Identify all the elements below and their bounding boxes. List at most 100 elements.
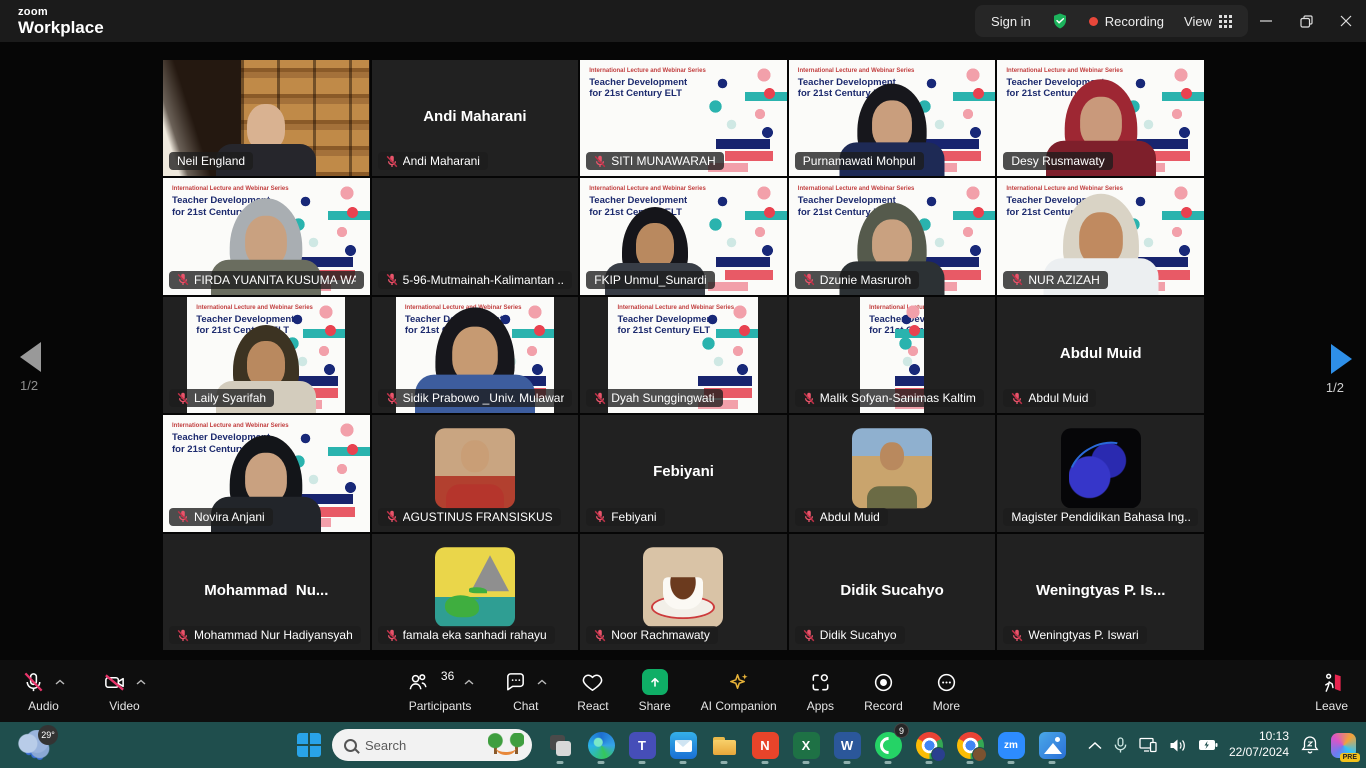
muted-mic-icon <box>1011 273 1023 286</box>
view-button[interactable]: View <box>1184 14 1232 29</box>
security-shield-icon[interactable] <box>1051 12 1069 30</box>
participants-label: Participants <box>409 699 472 713</box>
start-button[interactable] <box>297 733 321 757</box>
participant-tile[interactable]: International Lecture and Webinar Series… <box>789 60 996 176</box>
nitro-pdf-icon[interactable]: N <box>748 726 782 764</box>
participant-tile[interactable]: Andi MaharaniAndi Maharani <box>372 60 579 176</box>
teams-icon[interactable]: T <box>625 726 659 764</box>
search-icon <box>344 739 357 752</box>
participant-tile[interactable]: Abdul Muid <box>789 415 996 531</box>
tray-cast-display-icon[interactable] <box>1139 737 1158 754</box>
participant-tile[interactable]: International Lecture and Webinar Series… <box>580 60 787 176</box>
video-label: Video <box>109 699 139 713</box>
copilot-icon[interactable]: PRE <box>1331 733 1356 758</box>
share-label: Share <box>639 699 671 713</box>
video-button[interactable]: Video <box>103 669 146 713</box>
audio-button[interactable]: Audio <box>22 669 65 713</box>
muted-mic-icon <box>594 155 606 168</box>
participant-tile[interactable]: Noor Rachmawaty <box>580 534 787 650</box>
taskbar-clock[interactable]: 10:13 22/07/2024 <box>1229 729 1289 760</box>
participant-display-name: Febiyani <box>580 463 787 480</box>
tray-microphone-icon[interactable] <box>1113 737 1128 754</box>
participant-display-name: Andi Maharani <box>372 108 579 125</box>
video-options-caret-icon[interactable] <box>136 679 146 685</box>
tray-volume-icon[interactable] <box>1169 738 1187 753</box>
record-label: Record <box>864 699 903 713</box>
grid-view-icon <box>1219 15 1232 28</box>
tray-battery-charging-icon[interactable] <box>1198 738 1218 752</box>
participant-display-name: Mohammad Nu... <box>163 582 370 599</box>
leave-button[interactable]: Leave <box>1315 669 1348 713</box>
participant-tile[interactable]: 5-96-Mutmainah-Kalimantan ... <box>372 178 579 294</box>
participant-name-label: Noor Rachmawaty <box>586 626 718 644</box>
zoom-app-icon[interactable]: zm <box>994 726 1028 764</box>
ai-companion-button[interactable]: AI Companion <box>701 669 777 713</box>
more-label: More <box>933 699 960 713</box>
participant-tile[interactable]: International Lecture and Webinar Series… <box>789 178 996 294</box>
sign-in-button[interactable]: Sign in <box>991 14 1031 29</box>
participant-tile[interactable]: Didik SucahyoDidik Sucahyo <box>789 534 996 650</box>
previous-page-arrow[interactable] <box>20 342 41 372</box>
participant-name-label: FIRDA YUANITA KUSUMA WA... <box>169 271 364 289</box>
chrome-profile-1-icon[interactable] <box>912 726 946 764</box>
mic-muted-icon <box>22 671 45 694</box>
edge-icon[interactable] <box>584 726 618 764</box>
participant-tile[interactable]: Abdul MuidAbdul Muid <box>997 297 1204 413</box>
leave-label: Leave <box>1315 699 1348 713</box>
whatsapp-icon[interactable]: 9 <box>871 726 905 764</box>
close-button[interactable] <box>1326 0 1366 42</box>
restore-button[interactable] <box>1286 0 1326 42</box>
next-page-arrow[interactable] <box>1331 344 1352 374</box>
participant-tile[interactable]: International Lecture and Webinar Series… <box>163 178 370 294</box>
notification-count-badge: 9 <box>894 723 909 738</box>
more-button[interactable]: More <box>933 669 960 713</box>
participant-tile[interactable]: International Lecture and Webinar Series… <box>580 178 787 294</box>
participant-tile[interactable]: Neil England <box>163 60 370 176</box>
mail-icon[interactable] <box>666 726 700 764</box>
tray-overflow-chevron-icon[interactable] <box>1088 741 1102 750</box>
participant-tile[interactable]: AGUSTINUS FRANSISKUS <box>372 415 579 531</box>
participant-tile[interactable]: International Lecture and Webinar Series… <box>163 415 370 531</box>
heart-react-icon <box>581 671 604 694</box>
word-icon[interactable]: W <box>830 726 864 764</box>
participant-tile[interactable]: International Lecture and Webinar Series… <box>163 297 370 413</box>
task-view-icon[interactable] <box>543 726 577 764</box>
audio-options-caret-icon[interactable] <box>55 679 65 685</box>
record-button[interactable]: Record <box>864 669 903 713</box>
profile-avatar <box>852 429 932 509</box>
participant-tile[interactable]: Mohammad Nu...Mohammad Nur Hadiyansyah <box>163 534 370 650</box>
muted-mic-icon <box>1011 629 1023 642</box>
notifications-dnd-bell-icon[interactable] <box>1300 735 1320 755</box>
apps-button[interactable]: Apps <box>807 669 834 713</box>
chat-button[interactable]: Chat <box>504 669 547 713</box>
participant-tile[interactable]: Weningtyas P. Is...Weningtyas P. Iswari <box>997 534 1204 650</box>
participant-name-label: Weningtyas P. Iswari <box>1003 626 1146 644</box>
file-explorer-icon[interactable] <box>707 726 741 764</box>
participant-tile[interactable]: International Lecture and Webinar Series… <box>580 297 787 413</box>
share-button[interactable]: Share <box>639 669 671 713</box>
participant-tile[interactable]: famala eka sanhadi rahayu <box>372 534 579 650</box>
chrome-profile-2-icon[interactable] <box>953 726 987 764</box>
participants-button[interactable]: 36 Participants <box>406 669 474 713</box>
apps-label: Apps <box>807 699 834 713</box>
participant-name-label: FKIP Unmul_Sunardi <box>586 271 715 289</box>
participant-tile[interactable]: International Lecture and Webinar Series… <box>789 297 996 413</box>
chat-caret-icon[interactable] <box>537 679 547 685</box>
participant-tile[interactable]: International Lecture and Webinar Series… <box>997 60 1204 176</box>
photos-icon[interactable] <box>1035 726 1069 764</box>
participant-name-label: SITI MUNAWARAH <box>586 152 723 170</box>
react-button[interactable]: React <box>577 669 608 713</box>
taskbar-center-apps: Search TNXW9zm <box>297 726 1069 764</box>
participants-caret-icon[interactable] <box>464 679 474 685</box>
minimize-button[interactable] <box>1246 0 1286 42</box>
participant-tile[interactable]: Magister Pendidikan Bahasa Ing... <box>997 415 1204 531</box>
participant-tile[interactable]: International Lecture and Webinar Series… <box>997 178 1204 294</box>
zoom-workplace-logo: zoom Workplace <box>18 7 104 36</box>
participant-tile[interactable]: International Lecture and Webinar Series… <box>372 297 579 413</box>
temperature-badge: 29° <box>38 725 58 745</box>
excel-icon[interactable]: X <box>789 726 823 764</box>
participant-tile[interactable]: FebiyaniFebiyani <box>580 415 787 531</box>
search-box[interactable]: Search <box>332 729 532 761</box>
weather-widget[interactable]: 29° <box>16 730 50 760</box>
muted-mic-icon <box>803 510 815 523</box>
